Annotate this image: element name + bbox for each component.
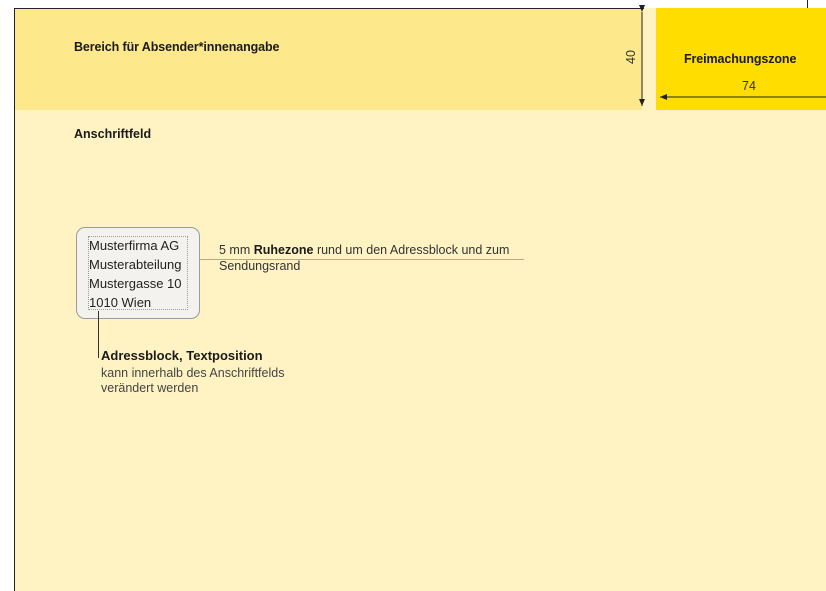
quiet-zone-term: Ruhezone xyxy=(253,243,314,257)
sender-zone-label: Bereich für Absender*innenangabe xyxy=(74,40,280,54)
text-position-leader-line xyxy=(98,311,99,358)
address-block: Musterfirma AG Musterabteilung Mustergas… xyxy=(89,236,182,312)
address-line: 1010 Wien xyxy=(89,295,152,310)
postage-zone-label: Freimachungszone xyxy=(684,52,797,66)
quiet-zone-callout: 5 mm Ruhezone rund um den Adressblock un… xyxy=(219,242,539,274)
width-dimension-label: 74 xyxy=(742,79,756,93)
address-line: Musterabteilung xyxy=(89,257,182,272)
address-field-label: Anschriftfeld xyxy=(74,127,152,141)
text-position-title: Adressblock, Textposition xyxy=(101,348,263,363)
height-dimension-label: 40 xyxy=(623,50,638,64)
quiet-zone-prefix: 5 mm xyxy=(219,243,254,257)
address-line: Mustergasse 10 xyxy=(89,276,182,291)
address-line: Musterfirma AG xyxy=(89,238,180,253)
text-position-description: kann innerhalb des Anschriftfelds veränd… xyxy=(101,366,285,395)
